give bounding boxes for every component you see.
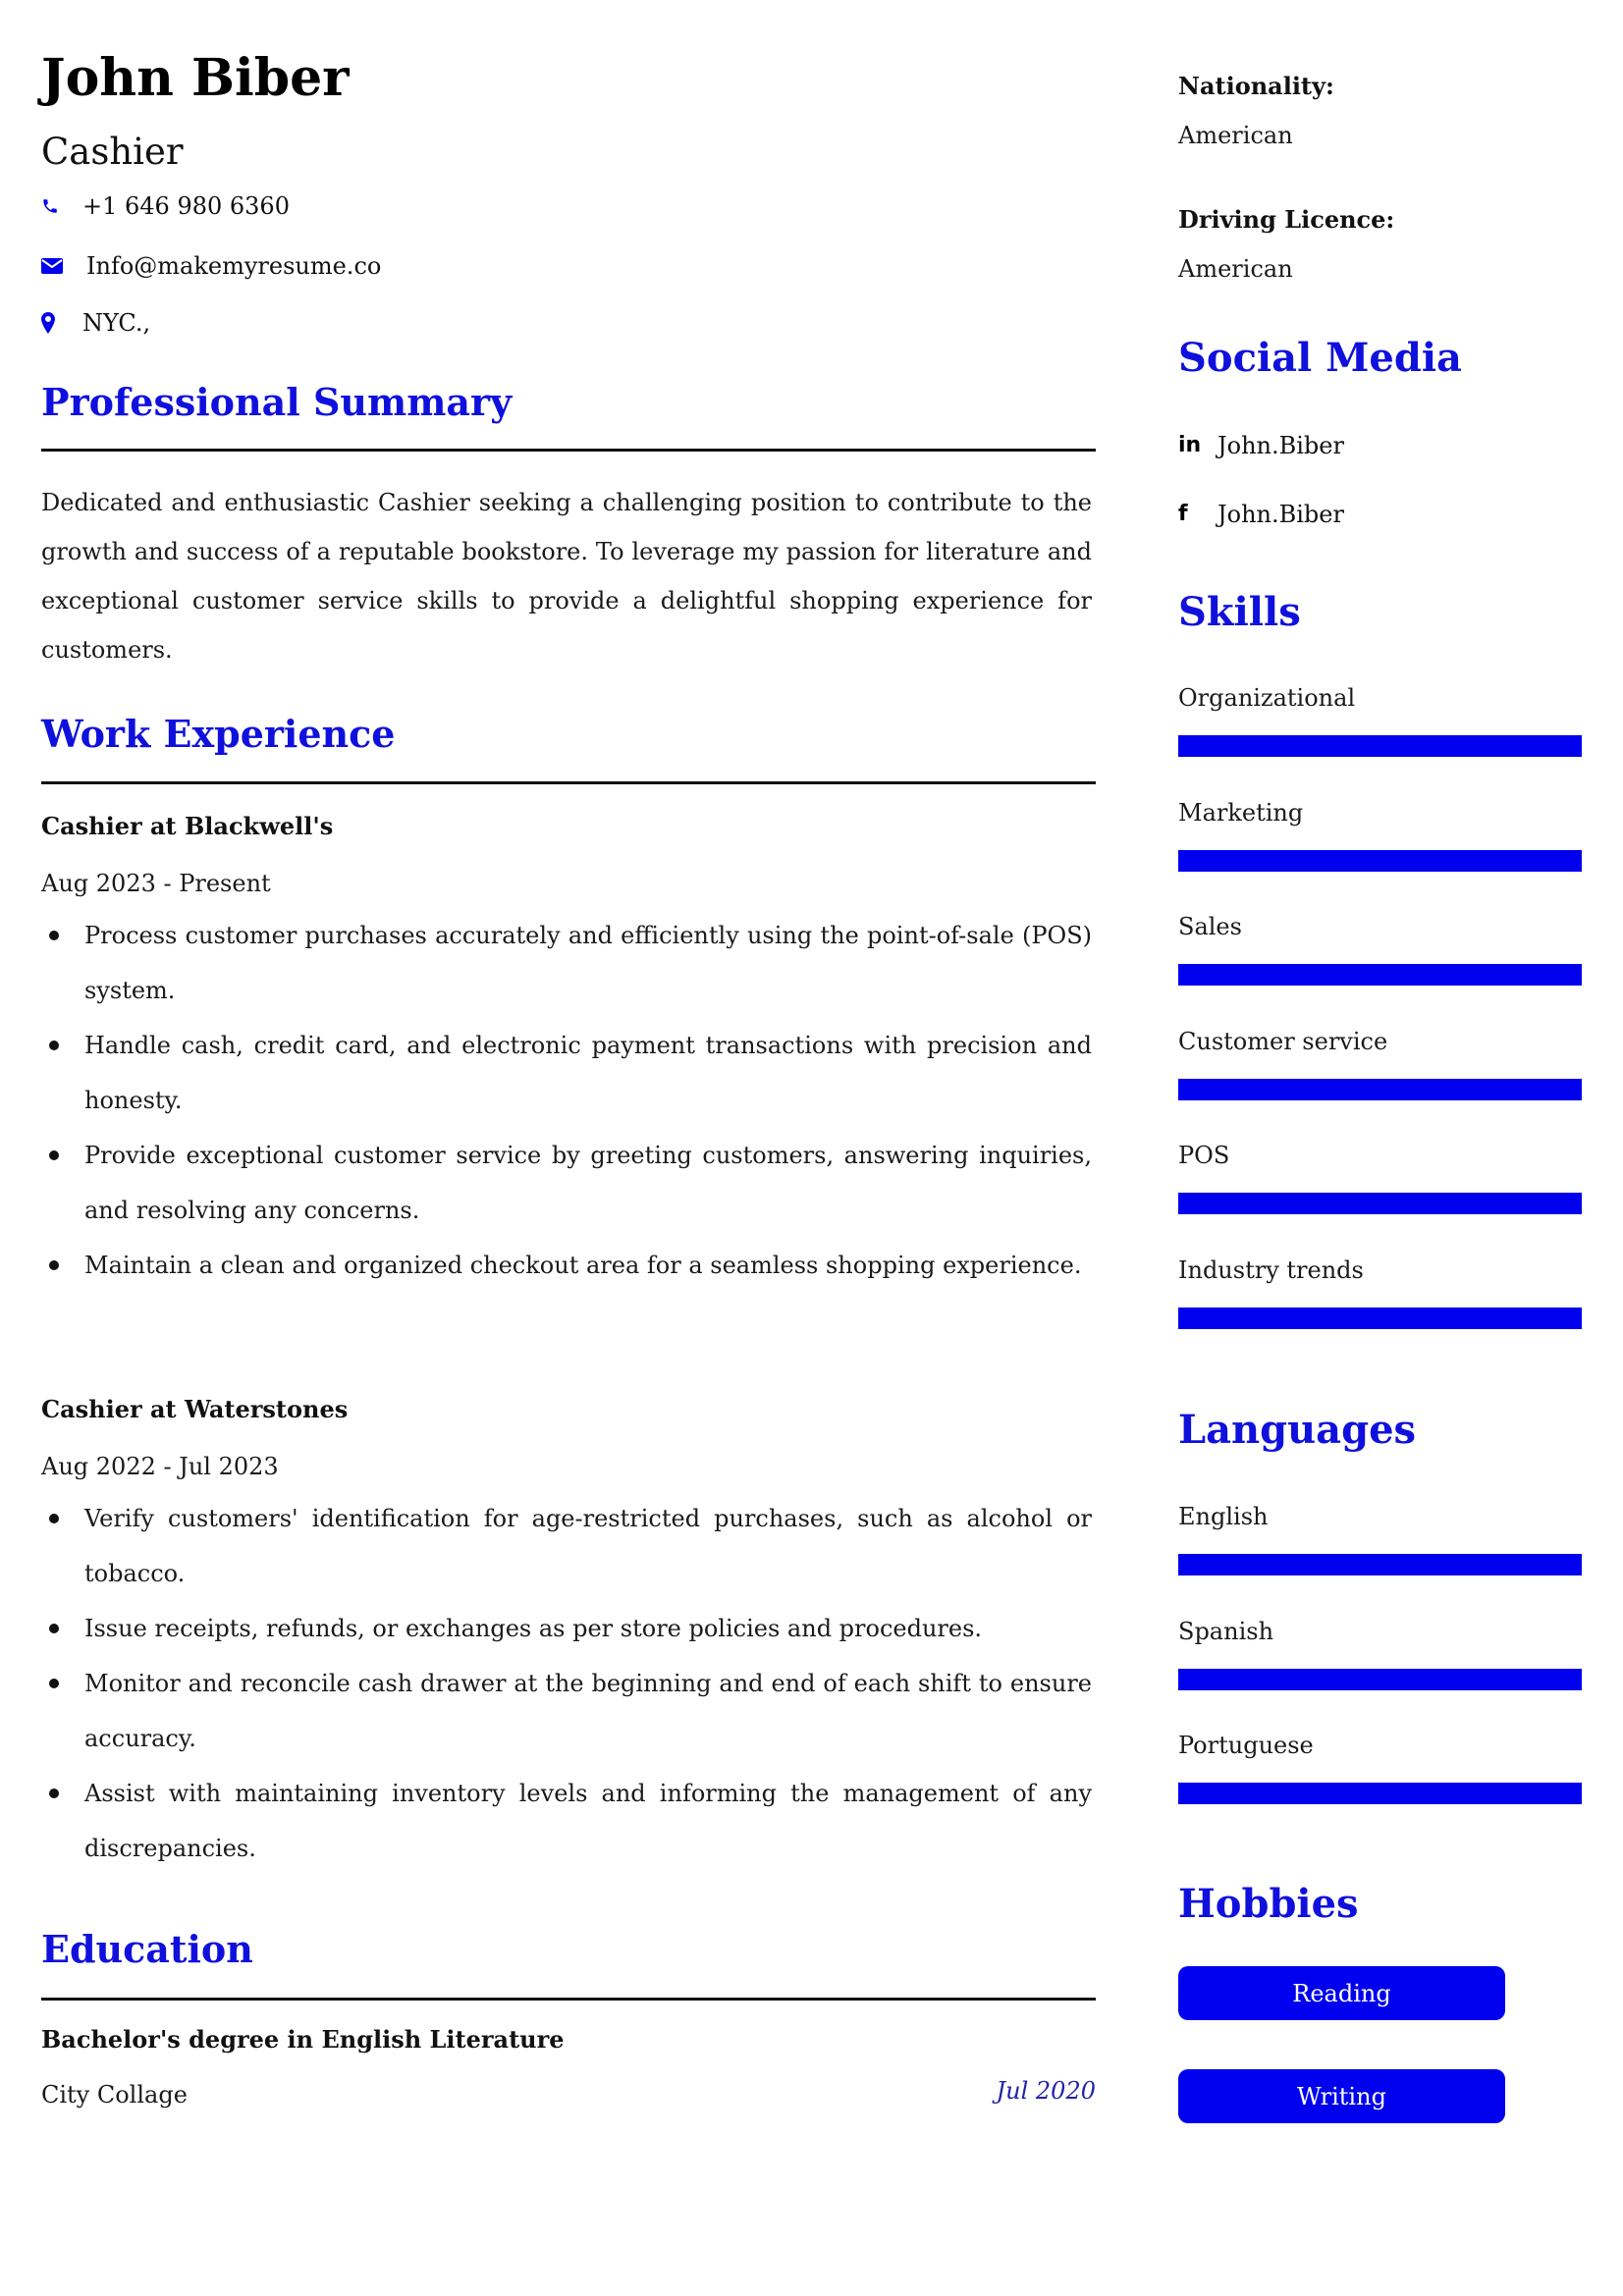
skill-name: Marketing xyxy=(1178,798,1304,827)
summary-heading: Professional Summary xyxy=(41,380,513,424)
language-name: English xyxy=(1178,1503,1269,1530)
degree-title: Bachelor's degree in English Literature xyxy=(41,2025,565,2054)
nationality-value: American xyxy=(1178,122,1293,149)
job-bullets: Verify customers' identification for age… xyxy=(41,1491,1092,1876)
job-bullet: Monitor and reconcile cash drawer at the… xyxy=(41,1656,1092,1766)
experience-heading: Work Experience xyxy=(41,712,396,756)
job-dates: Aug 2022 - Jul 2023 xyxy=(41,1453,279,1480)
contact-location: NYC., xyxy=(41,311,150,335)
social-media-heading: Social Media xyxy=(1178,335,1462,381)
job-bullets: Process customer purchases accurately an… xyxy=(41,908,1092,1293)
education-divider xyxy=(41,1998,1096,2001)
experience-divider xyxy=(41,781,1096,784)
skill-name: POS xyxy=(1178,1142,1230,1170)
skill-level-fill xyxy=(1178,849,1582,872)
skill-name: Organizational xyxy=(1178,684,1356,712)
contact-email: Info@makemyresume.co xyxy=(41,254,381,278)
school-name: City Collage xyxy=(41,2081,188,2109)
job-bullet: Provide exceptional customer service by … xyxy=(41,1128,1092,1238)
facebook-handle[interactable]: John.Biber xyxy=(1217,503,1344,526)
candidate-name: John Biber xyxy=(41,48,350,108)
skill-level-fill xyxy=(1178,735,1582,757)
language-level-fill xyxy=(1178,1668,1582,1690)
language-level-fill xyxy=(1178,1554,1582,1575)
hobbies-heading: Hobbies xyxy=(1178,1881,1359,1927)
job-bullet: Maintain a clean and organized checkout … xyxy=(41,1238,1092,1293)
job-bullet: Process customer purchases accurately an… xyxy=(41,908,1092,1018)
skill-level-bar xyxy=(1178,1193,1582,1215)
language-level-fill xyxy=(1178,1783,1582,1805)
language-level-bar xyxy=(1178,1668,1582,1690)
skill-level-bar xyxy=(1178,849,1582,872)
education-heading: Education xyxy=(41,1927,253,1971)
linkedin-icon: in xyxy=(1178,433,1202,457)
skill-level-fill xyxy=(1178,1308,1582,1329)
job-bullet: Verify customers' identification for age… xyxy=(41,1491,1092,1601)
summary-text: Dedicated and enthusiastic Cashier seeki… xyxy=(41,489,1092,664)
phone-icon xyxy=(41,194,65,218)
candidate-job-title: Cashier xyxy=(41,131,184,173)
hobby-tag-reading: Reading xyxy=(1178,1966,1505,2020)
skill-level-fill xyxy=(1178,1078,1582,1100)
facebook-icon: f xyxy=(1178,502,1188,526)
job-bullet: Issue receipts, refunds, or exchanges as… xyxy=(41,1601,1092,1656)
language-name: Spanish xyxy=(1178,1617,1274,1645)
contact-phone: +1 646 980 6360 xyxy=(41,194,290,218)
graduation-date: Jul 2020 xyxy=(996,2077,1096,2105)
job-title: Cashier at Waterstones xyxy=(41,1395,349,1423)
language-level-bar xyxy=(1178,1554,1582,1575)
driving-licence-label: Driving Licence: xyxy=(1178,205,1395,234)
location-text: NYC., xyxy=(82,309,151,337)
language-level-bar xyxy=(1178,1783,1582,1805)
skills-heading: Skills xyxy=(1178,589,1301,635)
skill-level-fill xyxy=(1178,964,1582,987)
job-bullet: Assist with maintaining inventory levels… xyxy=(41,1766,1092,1876)
linkedin-handle[interactable]: John.Biber xyxy=(1217,434,1344,457)
skill-level-fill xyxy=(1178,1193,1582,1215)
map-marker-icon xyxy=(41,311,65,335)
social-facebook[interactable]: f John.Biber xyxy=(1178,503,1344,526)
envelope-icon xyxy=(41,254,65,278)
summary-divider xyxy=(41,449,1096,452)
skill-name: Customer service xyxy=(1178,1027,1388,1055)
job-bullet: Handle cash, credit card, and electronic… xyxy=(41,1018,1092,1128)
skill-level-bar xyxy=(1178,735,1582,757)
job-dates: Aug 2023 - Present xyxy=(41,870,271,897)
skill-level-bar xyxy=(1178,1308,1582,1329)
driving-licence-value: American xyxy=(1178,255,1293,283)
skill-name: Sales xyxy=(1178,913,1242,941)
nationality-label: Nationality: xyxy=(1178,72,1334,100)
skill-name: Industry trends xyxy=(1178,1256,1364,1284)
email-address: Info@makemyresume.co xyxy=(86,252,382,280)
languages-heading: Languages xyxy=(1178,1407,1417,1453)
hobby-tag-writing: Writing xyxy=(1178,2069,1505,2123)
social-linkedin[interactable]: in John.Biber xyxy=(1178,434,1344,457)
skill-level-bar xyxy=(1178,1078,1582,1100)
phone-number: +1 646 980 6360 xyxy=(82,192,290,220)
job-title: Cashier at Blackwell's xyxy=(41,812,334,840)
language-name: Portuguese xyxy=(1178,1732,1314,1760)
skill-level-bar xyxy=(1178,964,1582,987)
